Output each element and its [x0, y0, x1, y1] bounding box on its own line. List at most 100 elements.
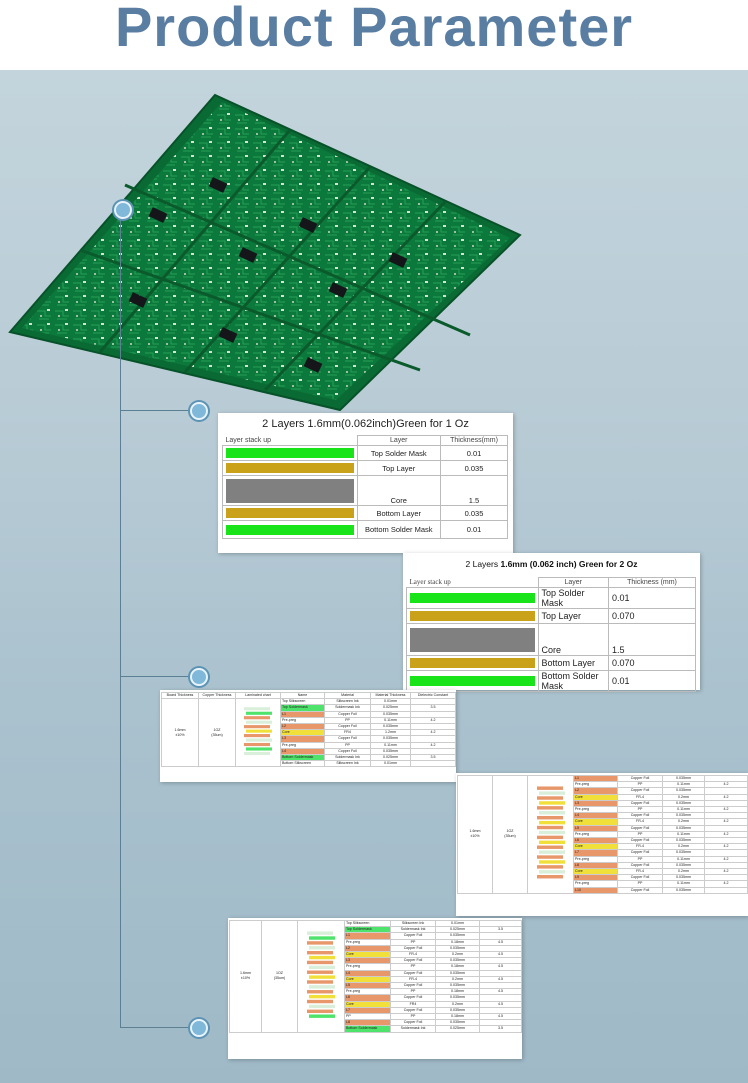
laminate-layer-mark — [536, 855, 563, 859]
laminate-layer-mark — [246, 738, 272, 742]
laminated-chart-cell — [297, 920, 345, 1033]
laminated-chart-icon — [536, 786, 565, 879]
laminate-layer-mark — [309, 1014, 335, 1018]
laminate-layer-mark — [309, 975, 335, 979]
table-header-cell: Copper Thickness — [198, 691, 236, 700]
copper-thickness-cell: 1OZ (35um) — [492, 775, 528, 894]
layer-name: Core — [537, 623, 609, 656]
laminate-layer-mark — [309, 994, 335, 999]
dielectric-cell — [704, 886, 748, 894]
layer-name: Top Layer — [356, 460, 441, 476]
pcb-board-image — [8, 93, 522, 412]
layer-thickness: 0.070 — [608, 655, 696, 671]
copper-swatch — [226, 508, 354, 518]
connector-line — [120, 200, 121, 1028]
connector-node-icon — [114, 201, 132, 219]
layer-name: Bottom Solder Mask — [537, 670, 609, 692]
layer-thickness: 1.5 — [608, 623, 696, 656]
header-thickness: Thickness (mm) — [608, 577, 696, 588]
header-thickness: Thickness(mm) — [440, 435, 508, 446]
layer-thickness: 0.035 — [440, 505, 508, 521]
layer-name-cell: Bottom Silkscreen — [280, 760, 325, 768]
card-title-bold: 1.6mm (0.062 inch) Green for 2 Oz — [500, 559, 638, 569]
laminate-layer-mark — [307, 970, 333, 974]
stackup-4layer-table: Board Thickness Copper Thickness Laminated… — [161, 691, 456, 768]
board-thickness-cell: 1.6mm ±10% — [161, 698, 199, 768]
stackup-card-8layer: 1.6mm ±10% 1OZ (35um) Top Silkscreen Silksc… — [228, 918, 522, 1059]
page-title: Product Parameter — [114, 0, 634, 58]
laminate-layer-mark — [244, 733, 270, 738]
copper-thickness-cell: 1OZ (35um) — [261, 920, 298, 1033]
card-title: 2 Layers 1.6mm (0.062 inch) Green for 2 … — [403, 559, 700, 569]
laminate-layer-mark — [309, 955, 335, 960]
laminate-layer-mark — [244, 751, 270, 755]
laminate-layer-mark — [307, 931, 333, 935]
laminate-layer-mark — [246, 720, 272, 724]
laminate-layer-mark — [309, 984, 335, 989]
laminate-layer-mark — [536, 835, 563, 840]
layer-name-cell: Bottom Soldermask — [344, 1025, 391, 1033]
swatch-cell — [406, 623, 539, 656]
laminated-chart-cell — [527, 775, 574, 894]
laminate-layer-mark — [536, 806, 563, 810]
layer-thickness: 0.035 — [440, 460, 508, 476]
laminate-layer-mark — [307, 1009, 333, 1013]
laminate-layer-mark — [307, 950, 333, 955]
laminate-layer-mark — [536, 875, 563, 879]
connector-node-icon — [190, 402, 208, 420]
swatch-cell — [406, 608, 539, 624]
layer-thickness: 0.01 — [608, 587, 696, 609]
table-body: 1.6mm ±10% 1OZ (35um) L1 Copper Foil 0.035mm… — [457, 774, 748, 894]
table-header-cell: Board Thickness — [161, 691, 199, 700]
laminate-layer-mark — [538, 860, 565, 864]
copper-swatch — [226, 463, 354, 473]
layer-thickness: 1.5 — [440, 475, 508, 506]
layer-name: Top Solder Mask — [356, 445, 441, 461]
copper-swatch — [410, 611, 535, 621]
laminate-layer-mark — [307, 989, 333, 994]
header-band: Product Parameter — [0, 0, 748, 70]
copper-swatch — [410, 658, 535, 668]
layer-name: Bottom Layer — [537, 655, 609, 671]
laminate-layer-mark — [244, 725, 270, 729]
layer-name: Top Solder Mask — [537, 587, 609, 609]
solder-mask-swatch — [410, 676, 535, 686]
dielectric-cell — [410, 760, 456, 768]
table-header-cell: Material Thickness — [370, 691, 411, 700]
swatch-cell — [222, 505, 358, 521]
layer-name: Top Layer — [537, 608, 609, 624]
laminate-layer-mark — [538, 811, 565, 815]
table-body: 1.6mm ±10% 1OZ (35um) Top Silkscreen Silksc… — [161, 698, 456, 768]
swatch-cell — [406, 655, 539, 671]
laminate-layer-mark — [536, 796, 563, 800]
laminate-layer-mark — [307, 941, 333, 945]
stackup-card-1oz: 2 Layers 1.6mm(0.062inch)Green for 1 Oz … — [218, 413, 513, 553]
board-thickness-cell: 1.6mm ±10% — [457, 775, 493, 894]
layer-name: Bottom Layer — [356, 505, 441, 521]
card-title: 2 Layers 1.6mm(0.062inch)Green for 1 Oz — [262, 418, 469, 430]
laminate-layer-mark — [538, 830, 565, 835]
laminate-layer-mark — [538, 850, 565, 854]
swatch-cell — [406, 670, 539, 692]
thickness-cell: 0.035mm — [662, 886, 705, 894]
laminate-layer-mark — [536, 845, 563, 850]
solder-mask-swatch — [226, 448, 354, 458]
solder-mask-swatch — [410, 593, 535, 603]
stackup-card-10layer: 1.6mm ±10% 1OZ (35um) L1 Copper Foil 0.035mm… — [456, 773, 748, 916]
swatch-cell — [222, 520, 358, 539]
dielectric-cell: 3.5 — [479, 1025, 522, 1033]
laminate-layer-mark — [246, 747, 272, 751]
copper-thickness-cell: 1OZ (35um) — [198, 698, 236, 768]
laminate-layer-mark — [246, 729, 272, 733]
layer-name-cell: L10 — [573, 886, 618, 894]
layer-thickness: 0.070 — [608, 608, 696, 624]
swatch-cell — [222, 445, 358, 461]
swatch-cell — [222, 475, 358, 506]
material-cell: Silkscreen Ink — [324, 760, 371, 768]
connector-branch — [120, 410, 192, 411]
connector-node-icon — [190, 1019, 208, 1037]
header-layer: Layer — [537, 577, 609, 588]
header-layer: Layer — [356, 435, 441, 446]
layer-thickness: 0.01 — [440, 445, 508, 461]
solder-mask-swatch — [226, 524, 354, 535]
